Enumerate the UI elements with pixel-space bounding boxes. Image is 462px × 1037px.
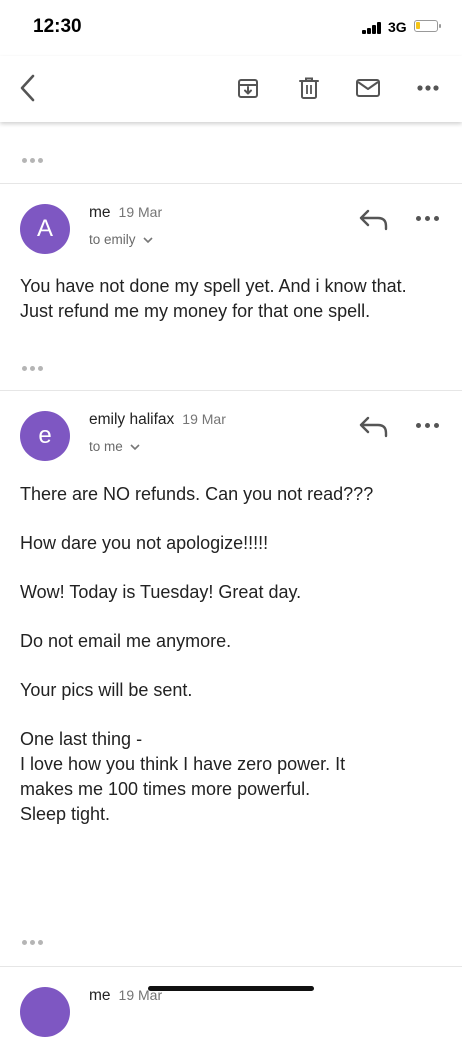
message-line: One last thing - [20, 729, 143, 749]
quoted-text-icon[interactable] [22, 940, 44, 946]
message-more-icon[interactable] [414, 415, 442, 435]
recipient-details[interactable]: to me [89, 439, 141, 454]
sender-name: emily halifax [89, 411, 175, 428]
message-line: I love how you think I have zero power. … [20, 754, 346, 799]
archive-icon[interactable] [230, 70, 266, 106]
battery-icon [414, 20, 441, 32]
chevron-down-icon [130, 443, 140, 450]
message-body: There are NO refunds. Can you not read??… [20, 482, 440, 827]
chevron-down-icon [142, 236, 153, 243]
avatar[interactable]: e [20, 411, 70, 461]
message-more-icon[interactable] [414, 208, 442, 228]
message-date: 19 Mar [118, 204, 163, 220]
message-line: How dare you not apologize!!!!! [20, 533, 269, 553]
divider [0, 183, 462, 184]
trash-icon[interactable] [291, 70, 327, 106]
message-date: 19 Mar [182, 411, 226, 427]
status-bar: 12:30 3G [0, 0, 462, 56]
divider [0, 966, 462, 967]
reply-icon[interactable] [358, 415, 390, 439]
sender-name: me [89, 987, 111, 1004]
reply-icon[interactable] [358, 208, 390, 232]
message-body: You have not done my spell yet. And i kn… [20, 274, 440, 324]
message-sender[interactable]: emily halifax 19 Mar [89, 411, 226, 429]
recipient-label: to me [89, 439, 123, 454]
recipient-details[interactable]: to emily [89, 232, 154, 247]
message-line: Your pics will be sent. [20, 680, 193, 700]
message-line: Sleep tight. [20, 804, 111, 824]
message-sender[interactable]: me 19 Mar [89, 204, 162, 222]
status-time: 12:30 [33, 16, 82, 37]
mail-icon[interactable] [350, 70, 386, 106]
message-line: Do not email me anymore. [20, 631, 232, 651]
avatar[interactable] [20, 987, 70, 1037]
divider [0, 390, 462, 391]
network-type: 3G [388, 19, 407, 35]
quoted-text-icon[interactable] [22, 366, 44, 372]
back-arrow-icon[interactable] [10, 70, 46, 106]
message-line: There are NO refunds. Can you not read??… [20, 484, 374, 504]
home-indicator[interactable] [148, 986, 314, 991]
more-icon[interactable] [410, 70, 446, 106]
avatar[interactable]: A [20, 204, 70, 254]
message-toolbar [0, 56, 462, 122]
message-line: Wow! Today is Tuesday! Great day. [20, 582, 302, 602]
message-body-text: You have not done my spell yet. And i kn… [20, 276, 407, 321]
signal-icon [362, 22, 384, 34]
collapsed-messages-icon[interactable] [22, 158, 44, 164]
sender-name: me [89, 204, 111, 221]
recipient-label: to emily [89, 232, 136, 247]
